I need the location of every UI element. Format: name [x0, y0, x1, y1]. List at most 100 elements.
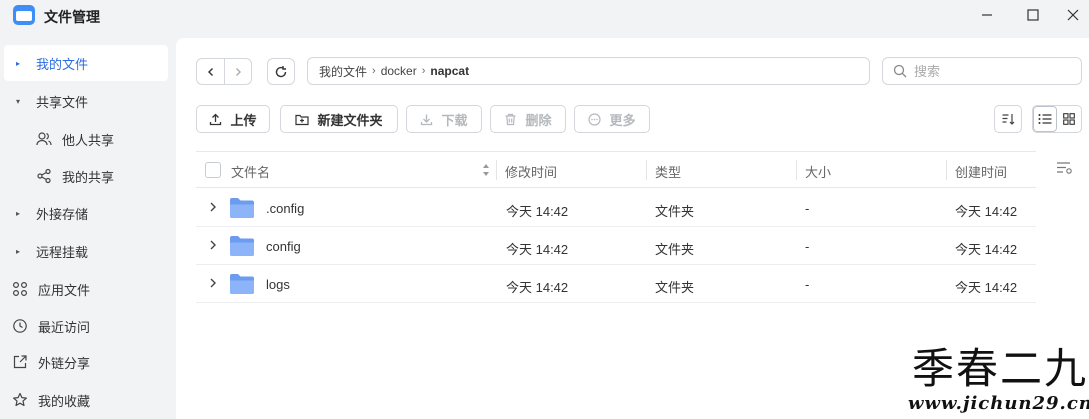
sidebar-item-remote-mount[interactable]: ▸ 远程挂载 [4, 233, 168, 269]
sidebar-item-my-shares[interactable]: 我的共享 [4, 158, 168, 194]
minimize-icon [982, 14, 992, 16]
close-button[interactable] [1058, 4, 1088, 26]
table-row[interactable]: .config 今天 14:42 文件夹 - 今天 14:42 [196, 189, 1036, 227]
caret-right-icon: ▸ [16, 58, 21, 68]
file-type: 文件夹 [655, 242, 695, 257]
more-button[interactable]: 更多 [574, 105, 650, 133]
new-folder-icon [295, 113, 310, 126]
sidebar-item-shared-files[interactable]: ▾ 共享文件 [4, 83, 168, 119]
column-header-created[interactable]: 创建时间 [955, 162, 1007, 181]
table-header: 文件名 修改时间 类型 大小 创建时间 [196, 151, 1036, 188]
maximize-icon [1027, 9, 1039, 21]
new-folder-button[interactable]: 新建文件夹 [280, 105, 398, 133]
breadcrumb[interactable]: 我的文件 › docker › napcat [307, 57, 870, 85]
file-type: 文件夹 [655, 204, 695, 219]
chevron-right-icon [236, 67, 241, 76]
sidebar-item-label: 我的共享 [62, 169, 115, 185]
column-header-name[interactable]: 文件名 [231, 162, 270, 181]
grid-view-button[interactable] [1057, 106, 1081, 132]
breadcrumb-separator-icon: › [372, 65, 376, 77]
created-time: 今天 14:42 [955, 280, 1018, 295]
sidebar-item-shared-by-others[interactable]: 他人共享 [4, 121, 168, 157]
upload-icon [209, 113, 222, 126]
delete-label: 删除 [525, 112, 552, 128]
breadcrumb-current[interactable]: napcat [430, 64, 469, 78]
breadcrumb-item[interactable]: 我的文件 [319, 63, 367, 80]
watermark-url: www.jichun29.cn [908, 393, 1089, 414]
sidebar-item-label: 他人共享 [62, 132, 115, 148]
file-type: 文件夹 [655, 280, 695, 295]
file-name[interactable]: logs [266, 277, 290, 292]
sidebar-item-favorites[interactable]: 我的收藏 [4, 382, 168, 418]
new-folder-label: 新建文件夹 [317, 112, 383, 128]
file-name[interactable]: config [266, 239, 301, 254]
sort-button[interactable] [994, 105, 1022, 133]
minimize-button[interactable] [972, 4, 1002, 26]
modified-time: 今天 14:42 [506, 204, 569, 219]
refresh-button[interactable] [267, 58, 295, 85]
column-settings-icon [1057, 162, 1072, 174]
column-settings-button[interactable] [1056, 161, 1074, 178]
delete-button[interactable]: 删除 [490, 105, 566, 133]
sort-icon [1002, 114, 1015, 125]
created-time: 今天 14:42 [955, 242, 1018, 257]
file-name[interactable]: .config [266, 201, 304, 216]
more-icon [588, 112, 602, 126]
download-button[interactable]: 下载 [406, 105, 482, 133]
maximize-button[interactable] [1018, 4, 1048, 26]
file-size: - [805, 239, 810, 254]
expand-chevron-icon[interactable] [208, 276, 218, 290]
search-input[interactable] [914, 63, 1074, 79]
folder-icon [230, 274, 254, 294]
sidebar-item-recent[interactable]: 最近访问 [4, 308, 168, 344]
breadcrumb-separator-icon: › [421, 65, 426, 77]
external-link-icon [12, 354, 28, 370]
column-header-modified[interactable]: 修改时间 [505, 162, 557, 181]
column-divider[interactable] [946, 160, 947, 180]
sidebar-item-label: 应用文件 [38, 282, 91, 298]
sidebar-item-my-files[interactable]: ▸ 我的文件 [4, 45, 168, 81]
search-box[interactable] [882, 57, 1082, 85]
upload-label: 上传 [230, 112, 257, 128]
column-divider[interactable] [796, 160, 797, 180]
download-label: 下载 [441, 112, 468, 128]
view-toggle [1032, 105, 1082, 133]
caret-right-icon: ▸ [16, 246, 21, 256]
close-icon [1067, 9, 1079, 21]
file-size: - [805, 201, 810, 216]
column-header-size[interactable]: 大小 [805, 162, 831, 181]
upload-button[interactable]: 上传 [196, 105, 270, 133]
history-nav [196, 58, 252, 85]
sidebar-item-label: 最近访问 [38, 319, 91, 335]
list-view-icon [1038, 114, 1052, 124]
sort-arrows-icon[interactable] [482, 163, 490, 177]
more-label: 更多 [609, 112, 636, 128]
list-view-button[interactable] [1033, 106, 1058, 132]
sidebar-item-label: 外接存储 [36, 206, 89, 222]
file-size: - [805, 277, 810, 292]
back-button[interactable] [197, 59, 224, 84]
modified-time: 今天 14:42 [506, 242, 569, 257]
column-divider[interactable] [496, 160, 497, 180]
caret-right-icon: ▸ [16, 208, 21, 218]
sidebar-item-app-files[interactable]: 应用文件 [4, 271, 168, 307]
forward-button[interactable] [224, 59, 251, 84]
share-icon [36, 168, 52, 184]
sidebar-item-external-storage[interactable]: ▸ 外接存储 [4, 195, 168, 231]
sidebar-item-label: 远程挂载 [36, 244, 89, 260]
select-all-checkbox[interactable] [205, 162, 221, 178]
title-bar: 文件管理 [0, 0, 1089, 32]
star-icon [12, 392, 28, 408]
app-title: 文件管理 [44, 9, 100, 25]
expand-chevron-icon[interactable] [208, 200, 218, 214]
folder-icon [230, 236, 254, 256]
expand-chevron-icon[interactable] [208, 238, 218, 252]
breadcrumb-item[interactable]: docker [381, 64, 417, 78]
column-header-type[interactable]: 类型 [655, 162, 681, 181]
table-row[interactable]: config 今天 14:42 文件夹 - 今天 14:42 [196, 227, 1036, 265]
column-divider[interactable] [646, 160, 647, 180]
grid-view-icon [1063, 113, 1075, 125]
caret-down-icon: ▾ [16, 96, 21, 106]
sidebar-item-external-links[interactable]: 外链分享 [4, 344, 168, 380]
table-row[interactable]: logs 今天 14:42 文件夹 - 今天 14:42 [196, 265, 1036, 303]
